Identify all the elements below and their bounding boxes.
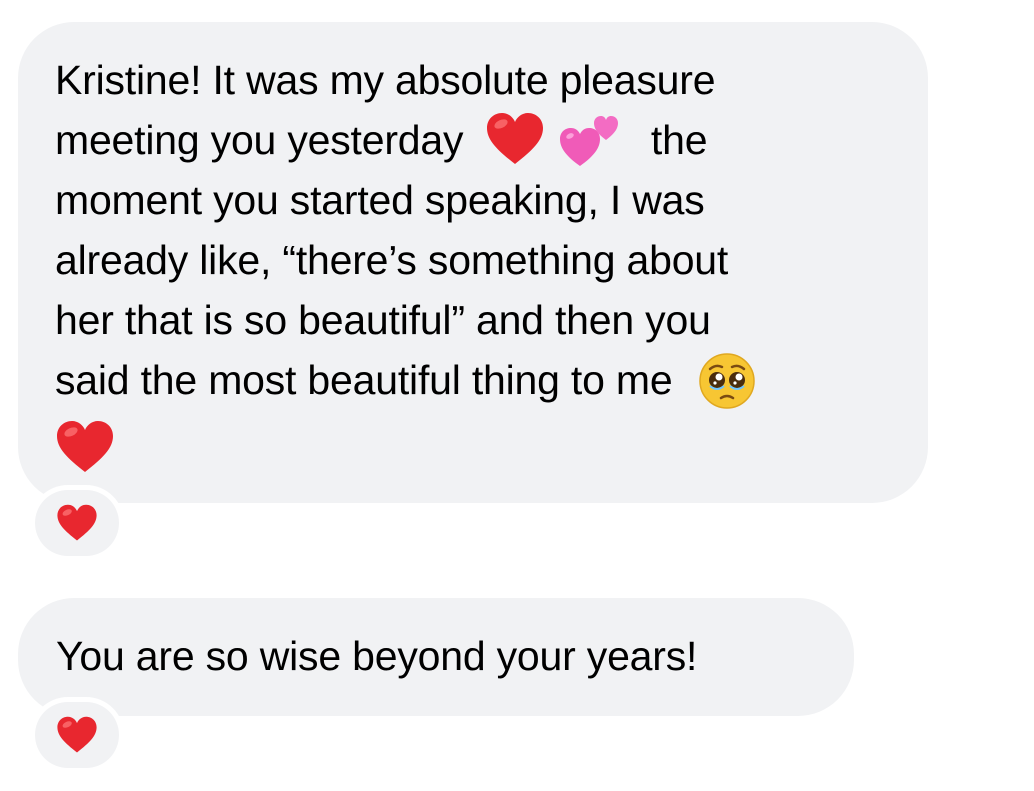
red-heart-icon — [57, 504, 97, 541]
message-1-line-6-text: said the most beautiful thing to me — [55, 357, 673, 403]
message-1-line-2-text: meeting you yesterday — [55, 117, 464, 163]
message-1-line-2: meeting you yesterday the — [55, 110, 708, 172]
message-1-line-3: moment you started speaking, I was — [55, 177, 705, 223]
message-bubble-1[interactable]: Kristine! It was my absolute pleasure me… — [18, 22, 928, 503]
red-heart-icon — [486, 113, 543, 165]
two-hearts-icon — [559, 116, 618, 167]
message-1-line-5: her that is so beautiful” and then you — [55, 297, 711, 343]
reaction-badge-1[interactable] — [35, 490, 119, 556]
message-1-line-1: Kristine! It was my absolute pleasure — [55, 57, 716, 103]
reaction-badge-2[interactable] — [35, 702, 119, 768]
message-2-text: You are so wise beyond your years! — [56, 633, 698, 679]
message-thread: Kristine! It was my absolute pleasure me… — [0, 0, 1034, 791]
message-1-line-4: already like, “there’s something about — [55, 237, 729, 283]
message-1-line-7 — [55, 414, 115, 475]
red-heart-icon — [57, 421, 113, 473]
message-bubble-2[interactable]: You are so wise beyond your years! — [18, 598, 854, 716]
message-1-line-6: said the most beautiful thing to me — [55, 350, 756, 412]
message-1-line-2-suffix: the — [650, 117, 708, 163]
red-heart-icon — [57, 716, 97, 753]
pleading-face-icon — [698, 353, 755, 409]
